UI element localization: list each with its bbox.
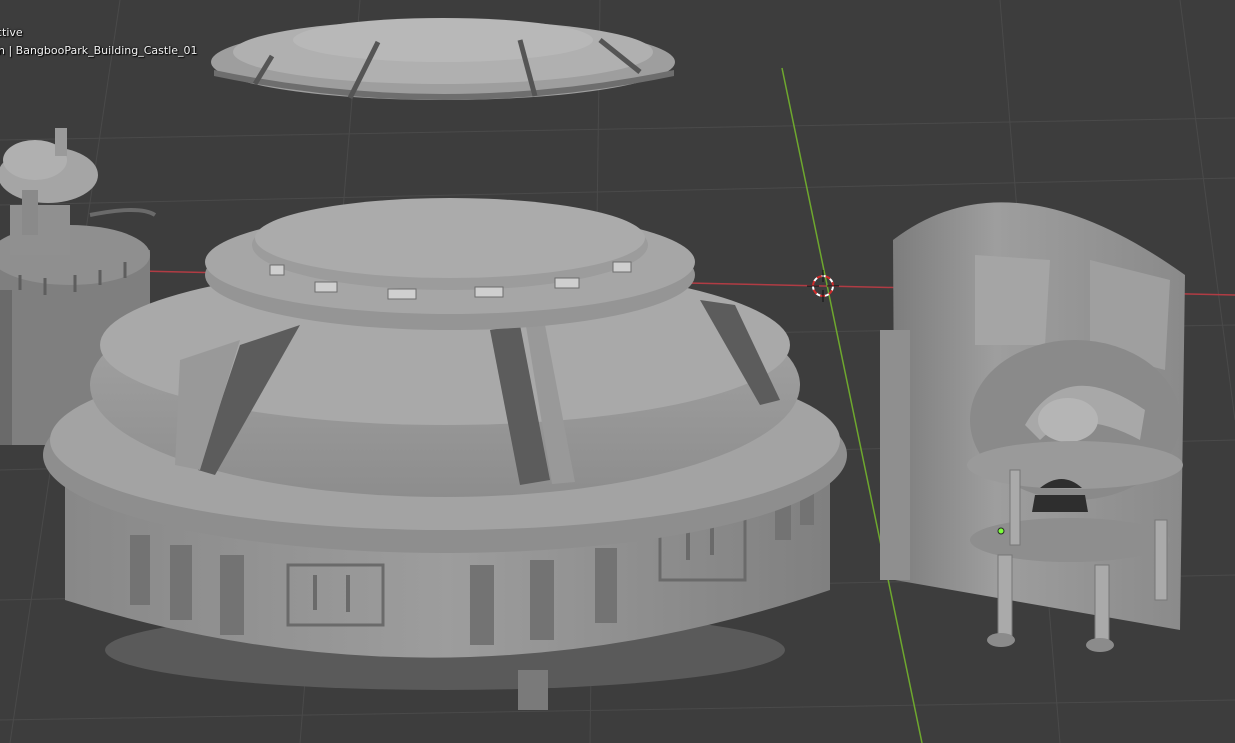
mesh-right-castle[interactable] (880, 202, 1185, 652)
mesh-top-disc[interactable] (211, 18, 675, 100)
viewport-view-mode: ctive (0, 26, 23, 39)
viewport-scene[interactable] (0, 0, 1235, 743)
3d-viewport[interactable]: ctive n | BangbooPark_Building_Castle_01 (0, 0, 1235, 743)
mesh-main-rotunda[interactable] (43, 198, 847, 710)
object-origin-icon[interactable] (997, 527, 1005, 535)
viewport-collection-object: n | BangbooPark_Building_Castle_01 (0, 44, 198, 57)
